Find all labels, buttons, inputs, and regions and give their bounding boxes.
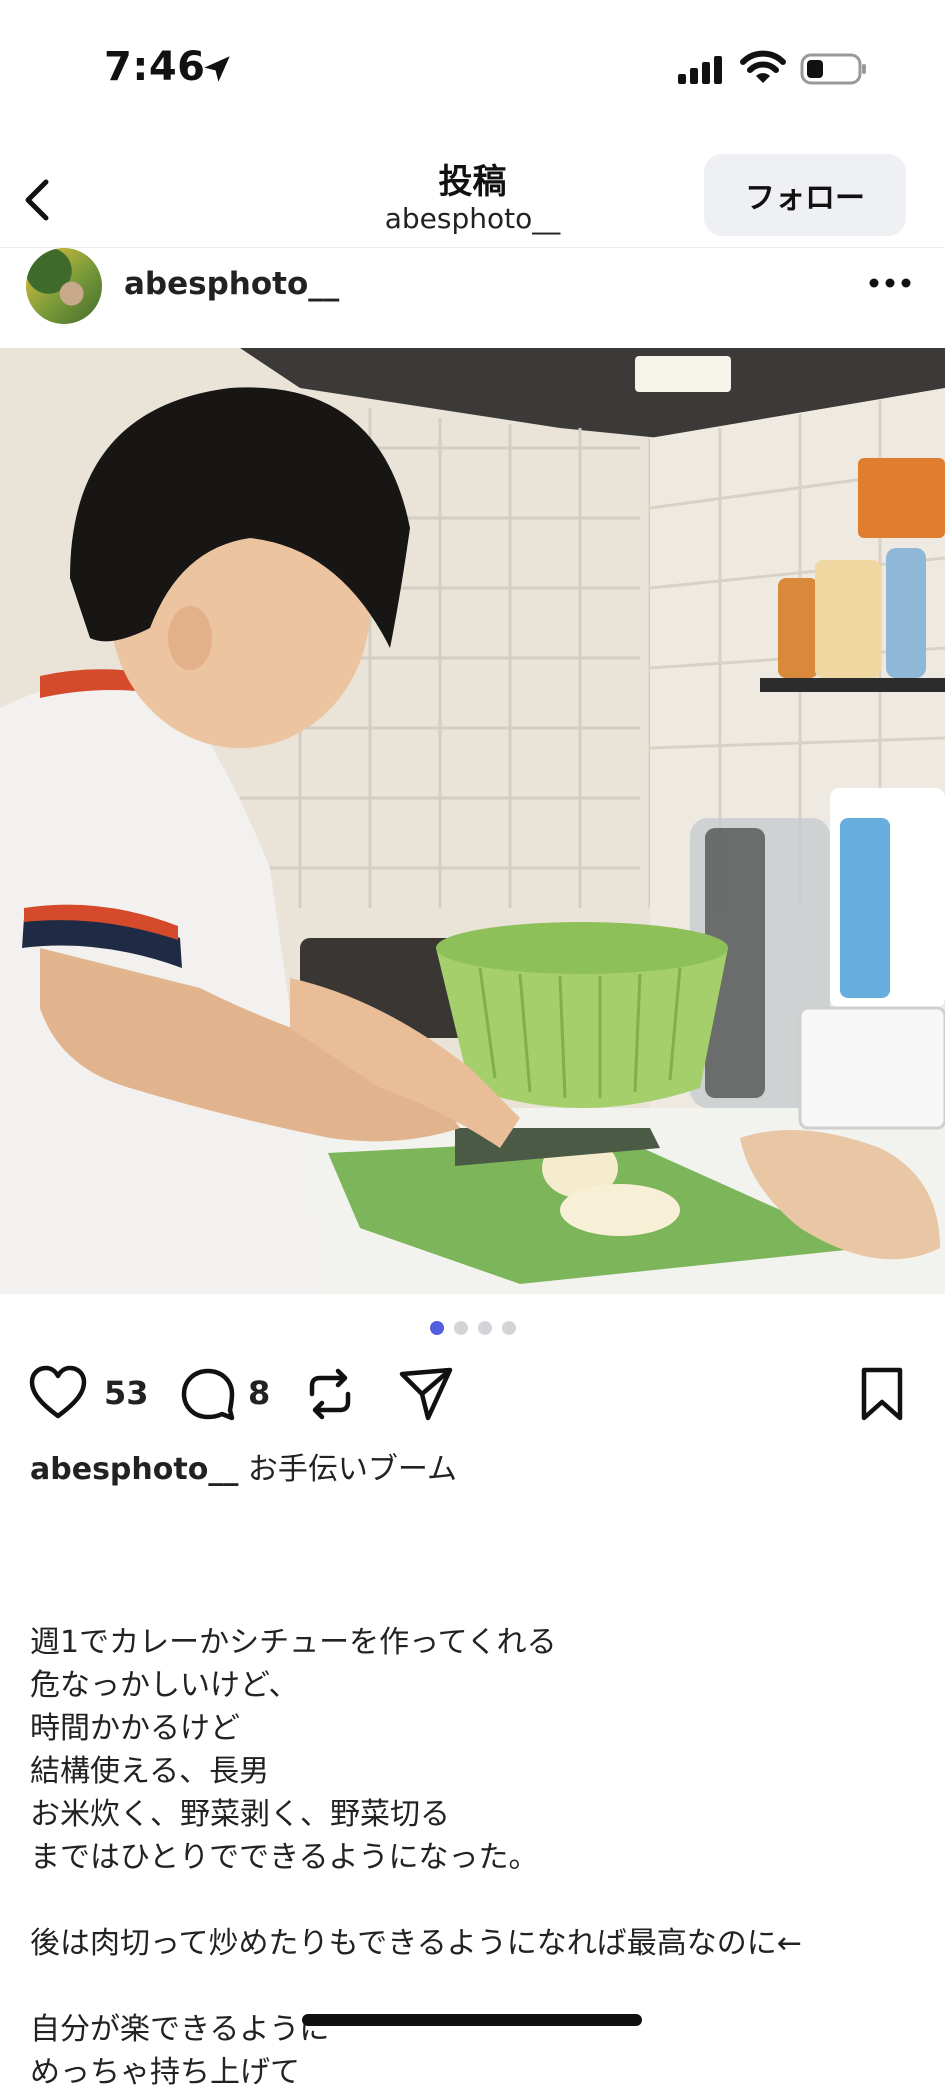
status-bar: 7:46 [0, 0, 945, 140]
caption-line [30, 1965, 930, 2008]
carousel-indicator [0, 1320, 945, 1340]
caption-title: お手伝いブーム [247, 1452, 457, 1487]
home-indicator[interactable] [302, 2014, 642, 2026]
carousel-dot [477, 1321, 492, 1335]
caption-line: 週1でカレーかシチューを作ってくれる [30, 1625, 557, 1660]
action-bar: 53 8 [0, 1360, 945, 1430]
post-header: 投稿 abesphoto__ フォロー [0, 140, 945, 248]
caption-line: 時間かかるけど [30, 1711, 240, 1746]
caption-line: 危なっかしいけど、 [30, 1668, 299, 1703]
caption-line: 結構使える、長男 [30, 1754, 270, 1789]
avatar[interactable] [26, 248, 102, 324]
repost-icon[interactable] [300, 1364, 360, 1424]
post-photo[interactable] [0, 348, 945, 1294]
carousel-dot [501, 1321, 516, 1335]
carousel-dot-active [429, 1321, 444, 1335]
battery-icon [800, 53, 866, 85]
more-horizontal-icon[interactable] [868, 276, 912, 290]
caption-line [30, 1879, 930, 1922]
caption-line [30, 1578, 930, 1621]
comment-icon[interactable] [178, 1364, 238, 1424]
photo-illustration [0, 348, 945, 1294]
ceiling-light [635, 356, 731, 392]
caption-line: 後は肉切って炒めたりもできるようになれば最高なのに← [30, 1926, 802, 1961]
wifi-icon [740, 50, 786, 83]
share-icon[interactable] [396, 1364, 456, 1424]
caption-username[interactable]: abesphoto__ [30, 1452, 238, 1487]
caption-line: めっちゃ持ち上げて [30, 2055, 300, 2090]
author-name[interactable]: abesphoto__ [124, 266, 339, 302]
author-row: abesphoto__ [0, 248, 945, 348]
comment-count: 8 [248, 1374, 271, 1412]
carousel-dot [453, 1321, 468, 1335]
caption: abesphoto__ お手伝いブーム [30, 1448, 920, 1491]
cell-signal-icon [678, 56, 722, 84]
heart-icon[interactable] [28, 1364, 88, 1424]
follow-button[interactable]: フォロー [704, 154, 906, 236]
bookmark-icon[interactable] [852, 1364, 912, 1424]
location-arrow-icon [204, 56, 230, 82]
like-count: 53 [104, 1374, 149, 1412]
status-time: 7:46 [104, 44, 206, 90]
caption-line: お米炊く、野菜剥く、野菜切る [30, 1797, 450, 1832]
caption-line: まではひとりでできるようになった。 [30, 1840, 539, 1875]
